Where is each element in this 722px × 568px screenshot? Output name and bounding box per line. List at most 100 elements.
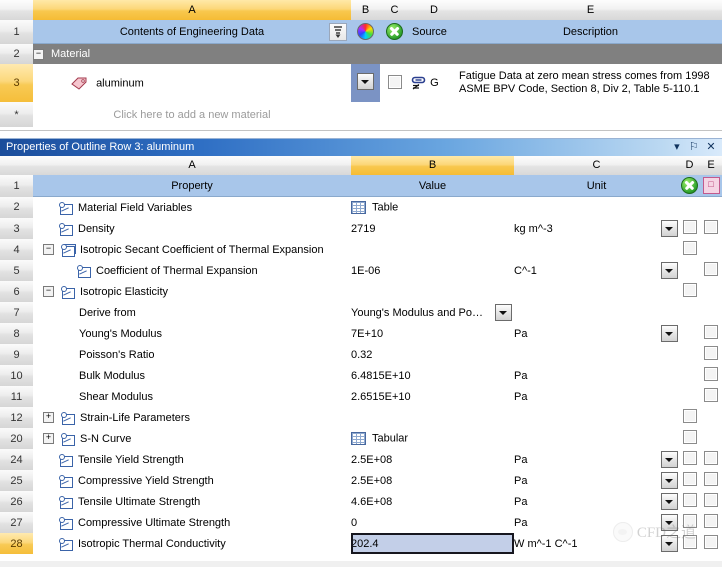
property-value-cell[interactable]: 4.6E+08 [351,491,514,512]
row-expander-icon[interactable]: − [43,286,54,297]
dropdown-arrow-icon[interactable] [357,73,374,90]
property-name-cell[interactable]: − Isotropic Secant Coefficient of Thermal… [33,239,351,260]
property-value-cell[interactable]: 7E+10 [351,323,514,344]
checkbox-icon[interactable] [682,451,697,465]
property-row[interactable]: 24 Tensile Yield Strength 2.5E+08 Pa [0,449,722,470]
value-column-header[interactable]: Value [351,175,514,197]
property-name-cell[interactable]: Derive from [33,302,351,323]
props-col-header-c[interactable]: C [514,156,679,175]
property-unit-cell[interactable] [514,407,679,428]
property-row[interactable]: 7 Derive from Young's Modulus and Po… [0,302,722,323]
props-row-number[interactable]: 20 [0,428,33,449]
checkbox-icon[interactable] [704,514,718,528]
property-e-cell[interactable] [700,196,722,218]
checkbox-icon[interactable] [704,472,718,486]
checkbox-icon[interactable] [704,346,718,360]
props-row-number[interactable]: 7 [0,302,33,323]
property-e-cell[interactable] [700,344,722,365]
checkbox-icon[interactable] [682,472,697,486]
checkbox-icon[interactable] [704,535,718,549]
contents-of-engineering-data-header[interactable]: Contents of Engineering Data [33,20,351,44]
property-name-cell[interactable]: Shear Modulus [33,386,351,407]
unit-dropdown-icon[interactable] [661,220,678,237]
property-d-cell[interactable] [679,512,700,533]
property-value-cell[interactable]: 2.6515E+10 [351,386,514,407]
checkbox-icon[interactable] [704,493,718,507]
property-name-cell[interactable]: Material Field Variables [33,196,351,218]
property-d-cell[interactable] [679,239,700,260]
add-row-description-cell[interactable] [459,102,722,127]
props-row-number[interactable]: 28 [0,533,33,554]
props-col-header-b[interactable]: B [351,156,514,175]
props-row-number[interactable]: 10 [0,365,33,386]
property-row[interactable]: 12 + Strain-Life Parameters [0,407,722,428]
props-row-number[interactable]: 8 [0,323,33,344]
checkbox-icon[interactable] [704,451,718,465]
property-value-cell[interactable]: Table [351,196,514,218]
add-material-row[interactable]: * Click here to add a new material [0,102,722,127]
property-name-cell[interactable]: − Isotropic Elasticity [33,281,351,302]
property-row[interactable]: 6− Isotropic Elasticity [0,281,722,302]
material-dropdown-cell[interactable] [351,64,380,102]
unit-dropdown-icon[interactable] [661,493,678,510]
property-name-cell[interactable]: Compressive Ultimate Strength [33,512,351,533]
property-d-cell[interactable] [679,386,700,407]
property-value-cell[interactable]: 2.5E+08 [351,470,514,491]
property-e-cell[interactable] [700,239,722,260]
property-d-cell[interactable] [679,302,700,323]
property-unit-cell[interactable]: Pa [514,491,679,512]
property-d-cell[interactable] [679,218,700,239]
property-e-cell[interactable] [700,365,722,386]
property-name-cell[interactable]: Poisson's Ratio [33,344,351,365]
row-number-3[interactable]: 3 [0,64,33,102]
unit-dropdown-icon[interactable] [661,535,678,552]
top-col-header-c[interactable]: C [380,0,409,20]
property-name-cell[interactable]: Young's Modulus [33,323,351,344]
group-collapse-icon[interactable]: − [33,48,44,60]
props-row-number[interactable]: 26 [0,491,33,512]
property-row[interactable]: 4− Isotropic Secant Coefficient of Therma… [0,239,722,260]
property-e-cell[interactable] [700,449,722,470]
property-value-cell[interactable] [351,407,514,428]
property-row[interactable]: 28 Isotropic Thermal Conductivity 202.4 W m… [0,533,722,554]
material-description-cell[interactable]: Fatigue Data at zero mean stress comes f… [459,64,722,102]
checkbox-icon[interactable] [682,241,697,255]
top-col-header-d[interactable]: D [409,0,459,20]
unit-dropdown-icon[interactable] [661,451,678,468]
property-row[interactable]: 5 Coefficient of Thermal Expansion 1E-06 C^… [0,260,722,281]
property-d-cell[interactable] [679,281,700,302]
add-row-source-cell[interactable] [409,102,459,127]
property-d-cell[interactable] [679,470,700,491]
row-number-star[interactable]: * [0,102,33,127]
property-e-cell[interactable] [700,512,722,533]
property-row[interactable]: 2 Material Field Variables Table [0,196,722,218]
property-column-header[interactable]: Property [33,175,351,197]
props-row-number[interactable]: 6 [0,281,33,302]
property-unit-cell[interactable]: Pa [514,365,679,386]
props-col-header-d[interactable]: D [679,156,700,175]
property-unit-cell[interactable] [514,428,679,449]
add-new-material-cell[interactable]: Click here to add a new material [33,102,351,127]
property-name-cell[interactable]: Compressive Yield Strength [33,470,351,491]
property-e-cell[interactable] [700,260,722,281]
top-col-header-b[interactable]: B [351,0,380,20]
property-unit-cell[interactable]: C^-1 [514,260,679,281]
property-row[interactable]: 27 Compressive Ultimate Strength 0 Pa [0,512,722,533]
property-unit-cell[interactable]: Pa [514,323,679,344]
property-value-cell[interactable]: 202.4 [351,533,514,554]
row-number-1[interactable]: 1 [0,20,33,44]
unit-dropdown-icon[interactable] [661,262,678,279]
sort-filter-icon[interactable] [329,23,347,41]
property-unit-cell[interactable] [514,281,679,302]
property-unit-cell[interactable]: kg m^-3 [514,218,679,239]
props-row-number-1[interactable]: 1 [0,175,33,197]
checkbox-icon[interactable] [682,430,697,444]
property-row[interactable]: 11 Shear Modulus 2.6515E+10 Pa [0,386,722,407]
material-name-cell[interactable]: aluminum [33,64,351,102]
property-e-cell[interactable] [700,533,722,554]
property-unit-cell[interactable]: Pa [514,512,679,533]
property-e-cell[interactable] [700,470,722,491]
property-unit-cell[interactable]: W m^-1 C^-1 [514,533,679,554]
row-expander-icon[interactable]: + [43,412,54,423]
value-dropdown-icon[interactable] [495,304,512,321]
